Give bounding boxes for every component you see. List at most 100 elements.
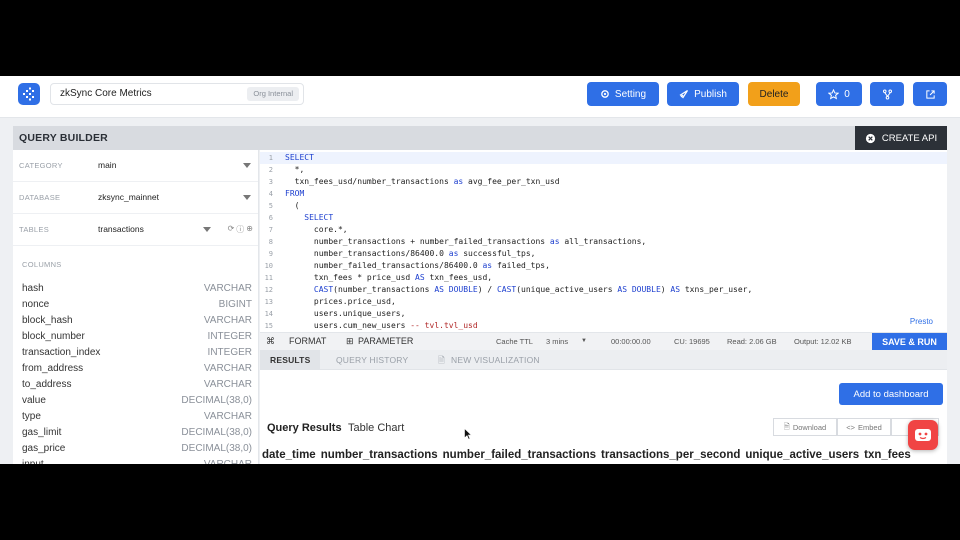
engine-label: Presto bbox=[909, 317, 933, 326]
line-number: 7 bbox=[268, 226, 273, 234]
cache-ttl-select[interactable]: 3 mins bbox=[546, 337, 568, 346]
chevron-down-icon: ▼ bbox=[581, 338, 587, 344]
schema-panel: CATEGORY main DATABASE zksync_mainnet TA… bbox=[13, 150, 259, 464]
command-icon[interactable]: ⌘ bbox=[266, 336, 275, 347]
code-line: 12 CAST(number_transactions AS DOUBLE) /… bbox=[260, 284, 947, 296]
column-item[interactable]: input VARCHAR bbox=[22, 456, 252, 465]
line-number: 1 bbox=[268, 154, 273, 162]
code-line: 8 number_transactions + number_failed_tr… bbox=[260, 236, 947, 248]
column-name: input bbox=[22, 458, 44, 465]
setting-label: Setting bbox=[614, 88, 647, 100]
refresh-icon[interactable]: ⟳ bbox=[228, 224, 235, 235]
download-button[interactable]: 🗎 Download bbox=[773, 418, 837, 436]
column-name: block_hash bbox=[22, 314, 73, 326]
chat-widget-button[interactable] bbox=[908, 420, 938, 450]
column-item[interactable]: nonce BIGINT bbox=[22, 296, 252, 312]
query-results-title: Query Results bbox=[267, 422, 342, 434]
column-name: block_number bbox=[22, 330, 85, 342]
save-run-button[interactable]: SAVE & RUN bbox=[872, 333, 947, 351]
result-column-header[interactable]: number_transactions bbox=[321, 449, 438, 461]
column-item[interactable]: block_hash VARCHAR bbox=[22, 312, 252, 328]
embed-button[interactable]: <> Embed bbox=[837, 418, 891, 436]
info-icon[interactable]: ⓘ bbox=[236, 224, 244, 235]
code-area[interactable]: 1 SELECT 2 *, 3 txn_fees_usd/number_transac… bbox=[260, 152, 947, 332]
parameter-button[interactable]: PARAMETER bbox=[358, 336, 413, 346]
parameter-icon: ⊞ bbox=[346, 336, 354, 346]
code-text: FROM bbox=[285, 189, 305, 198]
code-line: 6 SELECT bbox=[260, 212, 947, 224]
column-type: DECIMAL(38,0) bbox=[181, 426, 252, 438]
format-button[interactable]: FORMAT bbox=[289, 336, 326, 346]
category-select[interactable]: CATEGORY main bbox=[13, 150, 258, 182]
column-type: VARCHAR bbox=[203, 410, 252, 422]
column-type: VARCHAR bbox=[203, 378, 252, 390]
tables-select[interactable]: TABLES transactions ⟳ ⓘ ⊕ bbox=[13, 214, 258, 246]
tables-label: TABLES bbox=[19, 225, 50, 234]
code-line: 14 users.unique_users, bbox=[260, 308, 947, 320]
result-column-header[interactable]: transactions_per_second bbox=[601, 449, 740, 461]
line-number: 11 bbox=[264, 274, 273, 282]
table-actions: ⟳ ⓘ ⊕ bbox=[228, 224, 253, 235]
result-column-header[interactable]: number_failed_transactions bbox=[443, 449, 596, 461]
column-type: VARCHAR bbox=[203, 282, 252, 294]
query-builder-title: QUERY BUILDER bbox=[19, 132, 108, 144]
code-text: prices.price_usd, bbox=[285, 297, 396, 306]
star-icon bbox=[828, 88, 840, 100]
column-type: VARCHAR bbox=[203, 458, 252, 465]
create-api-label: CREATE API bbox=[881, 132, 938, 144]
tab-table-chart[interactable]: Table Chart bbox=[348, 422, 404, 434]
column-item[interactable]: gas_limit DECIMAL(38,0) bbox=[22, 424, 252, 440]
sql-editor[interactable]: 1 SELECT 2 *, 3 txn_fees_usd/number_transac… bbox=[260, 150, 947, 332]
result-column-header[interactable]: txn_fees bbox=[864, 449, 911, 461]
delete-button[interactable]: Delete bbox=[748, 82, 800, 106]
rocket-icon bbox=[679, 89, 689, 99]
column-item[interactable]: to_address VARCHAR bbox=[22, 376, 252, 392]
column-item[interactable]: from_address VARCHAR bbox=[22, 360, 252, 376]
code-line: 5 ( bbox=[260, 200, 947, 212]
column-item[interactable]: value DECIMAL(38,0) bbox=[22, 392, 252, 408]
column-name: transaction_index bbox=[22, 346, 101, 358]
setting-button[interactable]: Setting bbox=[587, 82, 659, 106]
column-type: DECIMAL(38,0) bbox=[181, 442, 252, 454]
line-number: 8 bbox=[268, 238, 273, 246]
code-line: 15 users.cum_new_users -- tvl.tvl_usd bbox=[260, 320, 947, 332]
column-item[interactable]: gas_price DECIMAL(38,0) bbox=[22, 440, 252, 456]
column-name: to_address bbox=[22, 378, 72, 390]
download-label: Download bbox=[792, 422, 827, 432]
star-button[interactable]: 0 bbox=[816, 82, 862, 106]
publish-button[interactable]: Publish bbox=[667, 82, 739, 106]
line-number: 5 bbox=[268, 202, 273, 210]
add-to-dashboard-button[interactable]: Add to dashboard bbox=[839, 383, 943, 405]
result-column-header[interactable]: date_time bbox=[262, 449, 316, 461]
more-icon[interactable]: ⊕ bbox=[246, 224, 253, 235]
column-item[interactable]: type VARCHAR bbox=[22, 408, 252, 424]
project-title-field[interactable]: zkSync Core Metrics Org Internal bbox=[50, 83, 304, 105]
star-count: 0 bbox=[844, 88, 850, 100]
result-column-header[interactable]: unique_active_users bbox=[745, 449, 859, 461]
download-icon: 🗎 bbox=[783, 421, 790, 431]
fork-button[interactable] bbox=[870, 82, 904, 106]
tables-value: transactions bbox=[98, 224, 144, 234]
column-item[interactable]: transaction_index INTEGER bbox=[22, 344, 252, 360]
database-select[interactable]: DATABASE zksync_mainnet bbox=[13, 182, 258, 214]
chevron-down-icon bbox=[203, 227, 211, 232]
tab-query-history[interactable]: QUERY HISTORY bbox=[336, 350, 408, 370]
code-text: ( bbox=[285, 201, 300, 210]
column-item[interactable]: block_number INTEGER bbox=[22, 328, 252, 344]
code-icon: <> bbox=[846, 422, 855, 432]
chat-bot-icon bbox=[915, 429, 931, 441]
app-logo-icon[interactable] bbox=[18, 83, 40, 105]
results-panel: Add to dashboard Query Results Table Cha… bbox=[260, 370, 947, 464]
column-type: VARCHAR bbox=[203, 314, 252, 326]
line-number: 14 bbox=[264, 310, 273, 318]
create-api-button[interactable]: CREATE API bbox=[855, 126, 947, 150]
tab-results[interactable]: RESULTS bbox=[260, 350, 321, 370]
share-button[interactable] bbox=[913, 82, 947, 106]
code-line: 13 prices.price_usd, bbox=[260, 296, 947, 308]
tab-new-visualization[interactable]: NEW VISUALIZATION bbox=[451, 350, 540, 370]
column-item[interactable]: hash VARCHAR bbox=[22, 280, 252, 296]
external-link-icon bbox=[925, 89, 935, 99]
code-text: txn_fees * price_usd AS txn_fees_usd, bbox=[285, 273, 493, 282]
result-tabs: RESULTS QUERY HISTORY 🗎 NEW VISUALIZATIO… bbox=[260, 350, 947, 370]
column-name: from_address bbox=[22, 362, 84, 374]
